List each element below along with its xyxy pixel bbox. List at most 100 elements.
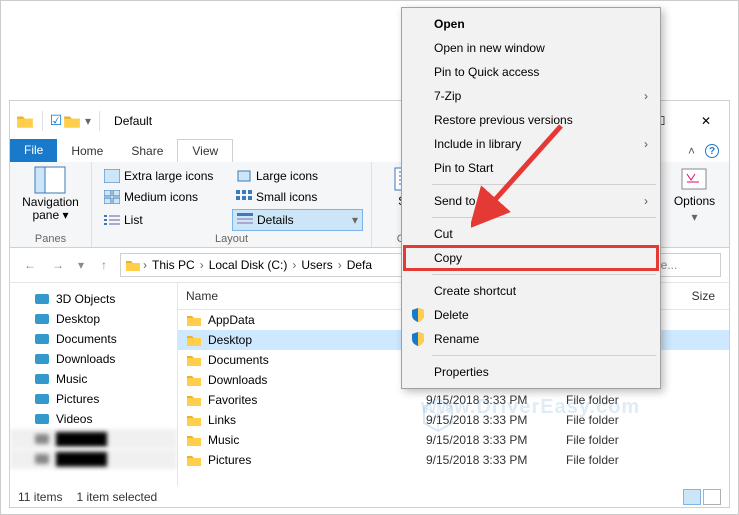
window-title: Default: [114, 114, 152, 128]
tree-item-icon: [34, 352, 50, 366]
separator: [432, 217, 656, 218]
tree-item-label: Pictures: [56, 392, 99, 406]
forward-button[interactable]: →: [46, 253, 70, 277]
tree-item-label: Downloads: [56, 352, 115, 366]
recent-dropdown[interactable]: ▾: [74, 253, 88, 277]
chevron-right-icon: ›: [644, 194, 648, 208]
chevron-right-icon[interactable]: ›: [143, 258, 147, 272]
chevron-right-icon[interactable]: ›: [292, 258, 296, 272]
tree-item[interactable]: Documents: [10, 329, 177, 349]
separator: [432, 274, 656, 275]
tree-item-icon: [34, 392, 50, 406]
chevron-right-icon[interactable]: ›: [338, 258, 342, 272]
layout-small[interactable]: Small icons: [232, 187, 363, 207]
folder-icon: [125, 258, 141, 272]
details-view-toggle[interactable]: [683, 489, 701, 505]
layout-details[interactable]: Details▾: [232, 209, 363, 231]
col-name[interactable]: Name: [178, 283, 418, 309]
col-size[interactable]: Size: [668, 283, 729, 309]
file-name: Links: [208, 413, 236, 427]
tree-item[interactable]: 3D Objects: [10, 289, 177, 309]
file-name: Downloads: [208, 373, 267, 387]
tab-home[interactable]: Home: [57, 139, 117, 163]
navigation-pane-label: Navigationpane ▾: [22, 196, 79, 222]
chevron-right-icon[interactable]: ›: [200, 258, 204, 272]
table-row[interactable]: Pictures9/15/2018 3:33 PMFile folder: [178, 450, 729, 470]
layout-extra-large[interactable]: Extra large icons: [100, 166, 231, 186]
up-button[interactable]: ↑: [92, 253, 116, 277]
options-label: Options: [674, 194, 715, 208]
layout-list[interactable]: List: [100, 209, 231, 231]
close-button[interactable]: ✕: [683, 106, 729, 136]
options-icon: [679, 166, 709, 192]
tree-panel[interactable]: 3D Objects Desktop Documents Downloads Music…: [10, 283, 178, 489]
tree-item[interactable]: Desktop: [10, 309, 177, 329]
separator: [42, 111, 43, 131]
help-icon[interactable]: ?: [705, 144, 719, 158]
qat-properties-icon[interactable]: ☑: [49, 114, 63, 128]
crumb-users[interactable]: Users: [298, 258, 335, 272]
ctx-restore[interactable]: Restore previous versions: [404, 108, 658, 132]
file-name: AppData: [208, 313, 255, 327]
tree-item-label: Music: [56, 372, 87, 386]
group-label-panes: Panes: [35, 231, 66, 245]
crumb-default[interactable]: Defa: [344, 258, 375, 272]
ctx-pin-start[interactable]: Pin to Start: [404, 156, 658, 180]
file-name: Documents: [208, 353, 269, 367]
folder-icon[interactable]: [63, 113, 81, 129]
navigation-pane-button[interactable]: Navigationpane ▾: [22, 166, 79, 222]
folder-icon: [186, 353, 202, 367]
layout-large[interactable]: Large icons: [232, 166, 363, 186]
tree-item[interactable]: Music: [10, 369, 177, 389]
ctx-delete[interactable]: Delete: [404, 303, 658, 327]
folder-icon: [186, 413, 202, 427]
view-toggle: [683, 489, 721, 505]
tree-item[interactable]: ██████: [10, 429, 177, 449]
crumb-local-disk[interactable]: Local Disk (C:): [206, 258, 291, 272]
separator: [432, 355, 656, 356]
crumb-this-pc[interactable]: This PC: [149, 258, 198, 272]
ctx-include-library[interactable]: Include in library›: [404, 132, 658, 156]
tree-item-icon: [34, 312, 50, 326]
folder-icon: [186, 313, 202, 327]
ctx-7zip[interactable]: 7-Zip›: [404, 84, 658, 108]
ctx-create-shortcut[interactable]: Create shortcut: [404, 279, 658, 303]
ctx-pin-quick-access[interactable]: Pin to Quick access: [404, 60, 658, 84]
ctx-send-to[interactable]: Send to›: [404, 189, 658, 213]
layout-medium[interactable]: Medium icons: [100, 187, 231, 207]
thumbnails-view-toggle[interactable]: [703, 489, 721, 505]
separator: [99, 111, 100, 131]
file-name: Pictures: [208, 453, 251, 467]
status-bar: 11 items 1 item selected: [9, 486, 730, 508]
navigation-pane-icon: [34, 166, 66, 194]
folder-icon: [186, 333, 202, 347]
folder-icon: [16, 113, 34, 129]
tree-item[interactable]: ██████: [10, 449, 177, 469]
tree-item-icon: [34, 412, 50, 426]
ctx-open-new[interactable]: Open in new window: [404, 36, 658, 60]
watermark-text: www.DriverEasy.com: [421, 396, 640, 419]
file-name: Favorites: [208, 393, 257, 407]
file-type: File folder: [558, 430, 668, 450]
ribbon-collapse-icon[interactable]: ˄: [688, 144, 695, 158]
chevron-right-icon: ›: [644, 89, 648, 103]
tree-item[interactable]: Downloads: [10, 349, 177, 369]
tree-item[interactable]: Videos: [10, 409, 177, 429]
tree-item-label: Desktop: [56, 312, 100, 326]
tree-item-label: 3D Objects: [56, 292, 115, 306]
tab-view[interactable]: View: [177, 139, 233, 163]
ctx-properties[interactable]: Properties: [404, 360, 658, 384]
ctx-cut[interactable]: Cut: [404, 222, 658, 246]
tree-item[interactable]: Pictures: [10, 389, 177, 409]
ctx-rename[interactable]: Rename: [404, 327, 658, 351]
shield-icon: [410, 307, 426, 323]
tab-file[interactable]: File: [10, 139, 57, 163]
ctx-copy[interactable]: Copy: [404, 246, 658, 270]
group-label-layout: Layout: [100, 231, 363, 245]
ctx-open[interactable]: Open: [404, 12, 658, 36]
qat-dropdown-icon[interactable]: ▾: [83, 114, 93, 128]
context-menu: Open Open in new window Pin to Quick acc…: [401, 7, 661, 389]
tab-share[interactable]: Share: [117, 139, 177, 163]
options-button[interactable]: Options ▾: [674, 166, 715, 224]
back-button[interactable]: ←: [18, 253, 42, 277]
